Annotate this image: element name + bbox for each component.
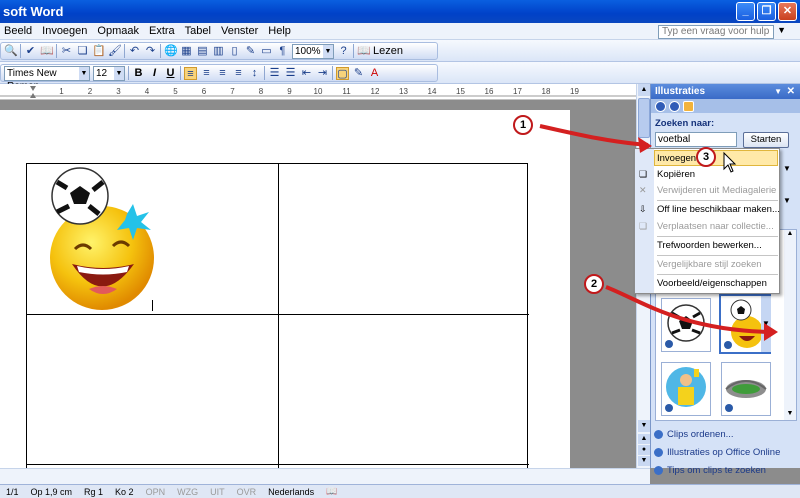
status-position: Op 1,9 cm bbox=[30, 486, 73, 497]
status-language: Nederlands bbox=[268, 486, 315, 497]
callout-1: 1 bbox=[513, 115, 533, 135]
status-overtype[interactable]: OVR bbox=[231, 487, 263, 497]
status-record[interactable]: OPN bbox=[140, 487, 172, 497]
status-bar: 1/1 Op 1,9 cm Rg 1 Ko 2 OPN WZG UIT OVR … bbox=[0, 484, 800, 498]
arrow-1 bbox=[539, 124, 649, 147]
callout-2: 2 bbox=[584, 274, 604, 294]
status-extend[interactable]: UIT bbox=[204, 487, 231, 497]
callout-3: 3 bbox=[696, 147, 716, 167]
spelling-status-icon[interactable]: 📖 bbox=[320, 486, 343, 497]
status-track-changes[interactable]: WZG bbox=[171, 487, 204, 497]
status-page: 1/1 bbox=[6, 486, 19, 497]
status-column: Ko 2 bbox=[115, 486, 134, 497]
annotation-overlay bbox=[539, 124, 778, 341]
status-line: Rg 1 bbox=[84, 486, 104, 497]
mouse-pointer-icon bbox=[723, 151, 737, 173]
arrow-2 bbox=[605, 285, 771, 334]
